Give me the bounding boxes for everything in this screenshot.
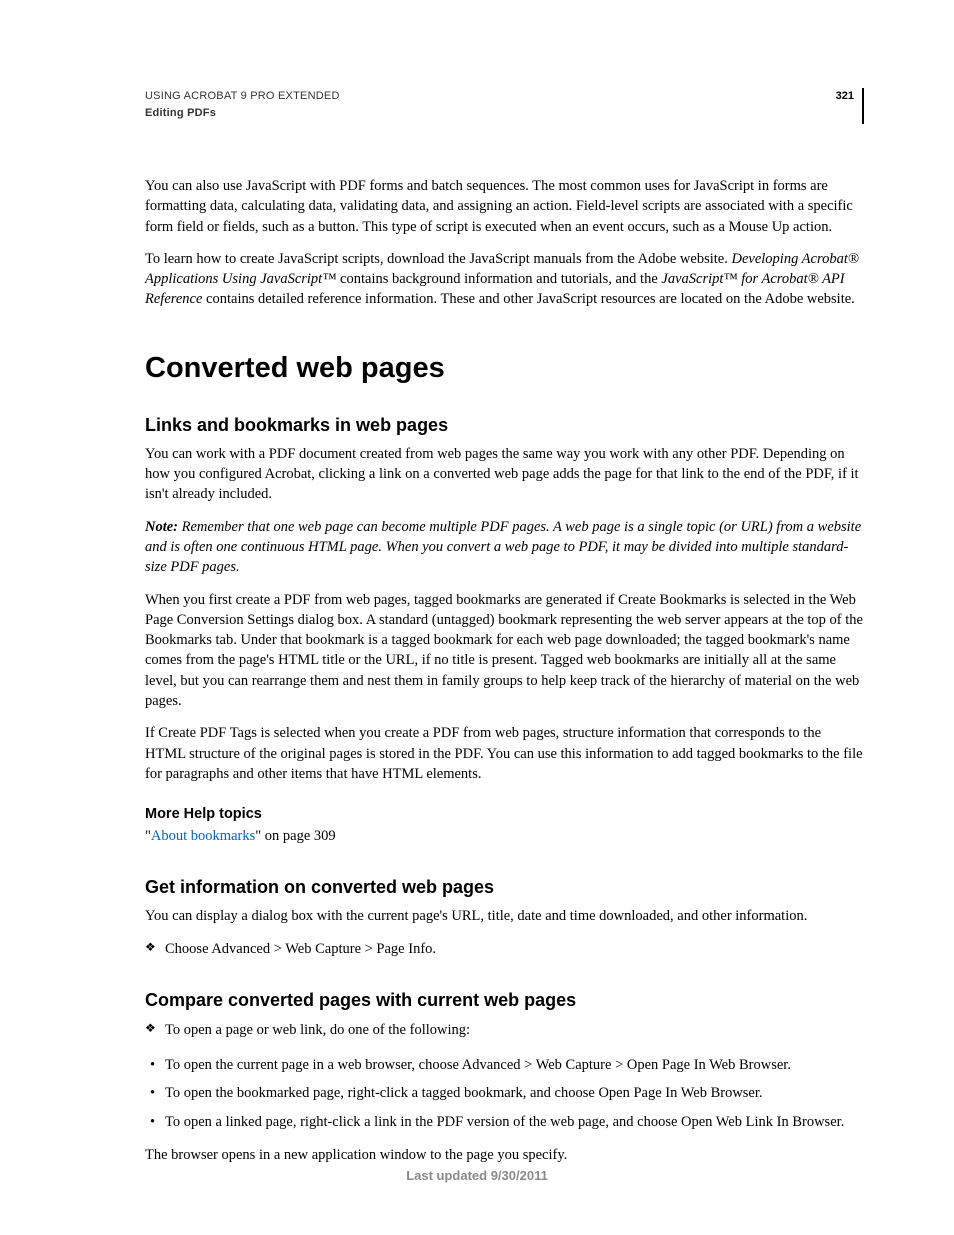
paragraph: The browser opens in a new application w…	[145, 1145, 864, 1165]
heading-2: Compare converted pages with current web…	[145, 990, 864, 1011]
bullet-list: To open the current page in a web browse…	[145, 1054, 864, 1133]
heading-3: More Help topics	[145, 806, 864, 822]
header-left: USING ACROBAT 9 PRO EXTENDED Editing PDF…	[145, 88, 340, 121]
page-header: USING ACROBAT 9 PRO EXTENDED Editing PDF…	[145, 88, 864, 124]
link-suffix: " on page 309	[255, 828, 335, 844]
heading-1: Converted web pages	[145, 352, 864, 385]
step-list: Choose Advanced > Web Capture > Page Inf…	[145, 938, 864, 960]
note-paragraph: Note: Remember that one web page can bec…	[145, 517, 864, 578]
list-item: To open a linked page, right-click a lin…	[145, 1111, 864, 1133]
body-content: You can also use JavaScript with PDF for…	[145, 176, 864, 1165]
list-item: To open a page or web link, do one of th…	[145, 1019, 864, 1041]
step-list: To open a page or web link, do one of th…	[145, 1019, 864, 1041]
heading-2: Get information on converted web pages	[145, 877, 864, 898]
paragraph: When you first create a PDF from web pag…	[145, 590, 864, 712]
header-product: USING ACROBAT 9 PRO EXTENDED	[145, 88, 340, 105]
heading-2: Links and bookmarks in web pages	[145, 415, 864, 436]
text: contains detailed reference information.…	[202, 291, 854, 307]
footer-last-updated: Last updated 9/30/2011	[0, 1168, 954, 1183]
list-item: To open the bookmarked page, right-click…	[145, 1082, 864, 1104]
paragraph: You can display a dialog box with the cu…	[145, 906, 864, 926]
header-section: Editing PDFs	[145, 105, 340, 122]
link-about-bookmarks[interactable]: About bookmarks	[151, 828, 255, 844]
paragraph: If Create PDF Tags is selected when you …	[145, 723, 864, 784]
list-item: To open the current page in a web browse…	[145, 1054, 864, 1076]
note-label: Note:	[145, 519, 178, 535]
paragraph: You can work with a PDF document created…	[145, 444, 864, 505]
page-number: 321	[836, 88, 864, 124]
list-item: Choose Advanced > Web Capture > Page Inf…	[145, 938, 864, 960]
text: To learn how to create JavaScript script…	[145, 251, 731, 267]
paragraph: To learn how to create JavaScript script…	[145, 249, 864, 310]
paragraph: You can also use JavaScript with PDF for…	[145, 176, 864, 237]
text: contains background information and tuto…	[336, 271, 661, 287]
help-link-line: "About bookmarks" on page 309	[145, 826, 864, 846]
note-body: Remember that one web page can become mu…	[145, 519, 861, 576]
